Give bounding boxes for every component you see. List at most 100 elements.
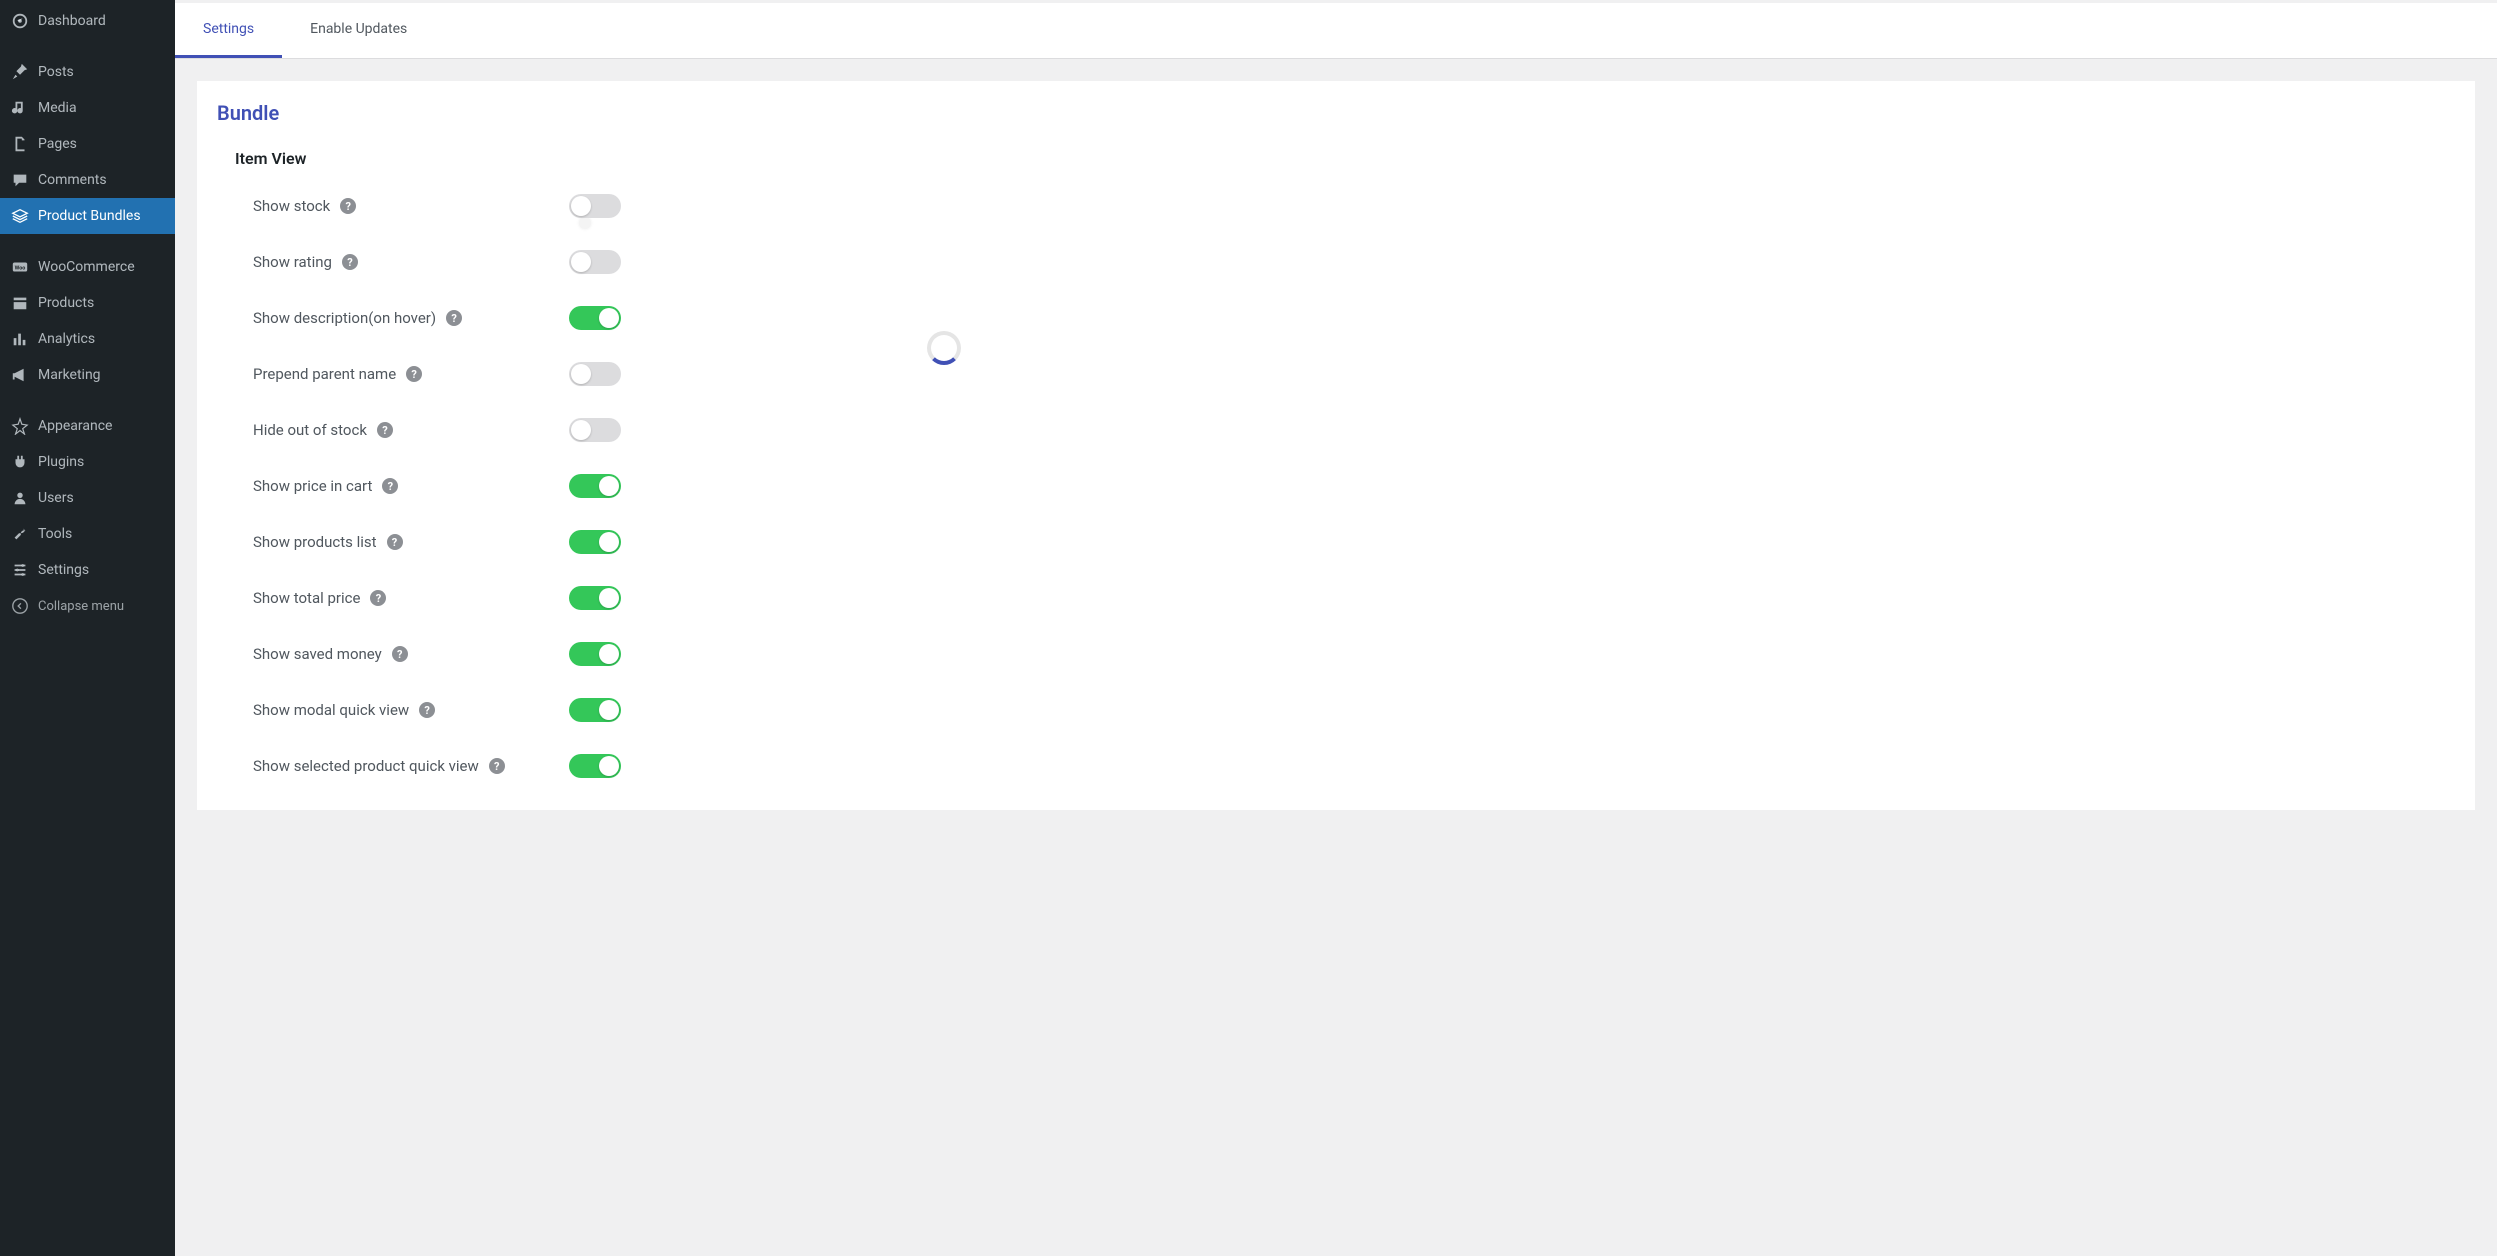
setting-label: Show modal quick view? [253, 701, 569, 719]
setting-row: Show modal quick view? [253, 698, 2455, 722]
setting-label-text: Prepend parent name [253, 365, 396, 383]
sidebar-item-media[interactable]: Media [0, 90, 175, 126]
sidebar-item-product-bundles[interactable]: Product Bundles [0, 198, 175, 234]
help-icon[interactable]: ? [382, 478, 398, 494]
toggle-switch[interactable] [569, 418, 621, 442]
tab-settings[interactable]: Settings [175, 3, 282, 58]
sidebar-item-label: Dashboard [38, 13, 106, 29]
help-icon[interactable]: ? [377, 422, 393, 438]
settings-icon [10, 560, 30, 580]
help-icon[interactable]: ? [340, 198, 356, 214]
sidebar-item-label: WooCommerce [38, 259, 135, 275]
setting-label: Show saved money? [253, 645, 569, 663]
sidebar-item-label: Pages [38, 136, 77, 152]
setting-label: Show products list? [253, 533, 569, 551]
setting-row: Show products list? [253, 530, 2455, 554]
toggle-switch[interactable] [569, 586, 621, 610]
help-icon[interactable]: ? [446, 310, 462, 326]
sidebar-item-label: Product Bundles [38, 208, 141, 224]
setting-label-text: Show rating [253, 253, 332, 271]
sidebar-item-label: Analytics [38, 331, 95, 347]
toggle-knob [571, 420, 591, 440]
setting-row: Show stock? [253, 194, 2455, 218]
loading-spinner [927, 331, 961, 365]
setting-label-text: Show stock [253, 197, 330, 215]
help-icon[interactable]: ? [392, 646, 408, 662]
toggle-knob [571, 252, 591, 272]
sidebar-item-tools[interactable]: Tools [0, 516, 175, 552]
toggle-switch[interactable] [569, 250, 621, 274]
setting-row: Show description(on hover)? [253, 306, 2455, 330]
sidebar-item-settings[interactable]: Settings [0, 552, 175, 588]
sidebar-item-comments[interactable]: Comments [0, 162, 175, 198]
setting-label: Prepend parent name? [253, 365, 569, 383]
setting-row: Show saved money? [253, 642, 2455, 666]
sidebar-item-label: Tools [38, 526, 72, 542]
help-icon[interactable]: ? [387, 534, 403, 550]
sidebar-item-label: Comments [38, 172, 107, 188]
sidebar-item-posts[interactable]: Posts [0, 54, 175, 90]
sidebar-item-dashboard[interactable]: Dashboard [0, 3, 175, 39]
collapse-menu[interactable]: Collapse menu [0, 588, 175, 624]
toggle-switch[interactable] [569, 698, 621, 722]
products-icon [10, 293, 30, 313]
setting-label-text: Show description(on hover) [253, 309, 436, 327]
toggle-knob [599, 476, 619, 496]
help-icon[interactable]: ? [419, 702, 435, 718]
svg-text:Woo: Woo [15, 266, 26, 272]
tabs-bar: Settings Enable Updates [175, 3, 2497, 59]
dashboard-icon [10, 11, 30, 31]
woo-icon: Woo [10, 257, 30, 277]
sidebar-item-woocommerce[interactable]: Woo WooCommerce [0, 249, 175, 285]
section-title: Bundle [217, 101, 2455, 125]
admin-sidebar: Dashboard Posts Media Pages Comments Pro… [0, 0, 175, 1256]
media-icon [10, 98, 30, 118]
setting-row: Show rating? [253, 250, 2455, 274]
toggle-switch[interactable] [569, 194, 621, 218]
sidebar-item-products[interactable]: Products [0, 285, 175, 321]
toggle-switch[interactable] [569, 474, 621, 498]
sidebar-item-label: Users [38, 490, 74, 506]
toggle-knob [599, 644, 619, 664]
users-icon [10, 488, 30, 508]
marketing-icon [10, 365, 30, 385]
sidebar-item-label: Appearance [38, 418, 112, 434]
layers-icon [10, 206, 30, 226]
help-icon[interactable]: ? [342, 254, 358, 270]
help-icon[interactable]: ? [406, 366, 422, 382]
collapse-icon [10, 596, 30, 616]
decorative-dot [579, 217, 591, 229]
sidebar-item-plugins[interactable]: Plugins [0, 444, 175, 480]
sidebar-item-label: Media [38, 100, 77, 116]
sidebar-item-label: Settings [38, 562, 89, 578]
setting-label: Show description(on hover)? [253, 309, 569, 327]
sidebar-item-appearance[interactable]: Appearance [0, 408, 175, 444]
toggle-switch[interactable] [569, 754, 621, 778]
setting-row: Show selected product quick view? [253, 754, 2455, 778]
toggle-switch[interactable] [569, 362, 621, 386]
toggle-knob [571, 364, 591, 384]
help-icon[interactable]: ? [370, 590, 386, 606]
toggle-knob [599, 308, 619, 328]
sidebar-item-label: Marketing [38, 367, 101, 383]
setting-label: Hide out of stock? [253, 421, 569, 439]
appearance-icon [10, 416, 30, 436]
toggle-knob [571, 196, 591, 216]
toggle-switch[interactable] [569, 306, 621, 330]
sidebar-item-marketing[interactable]: Marketing [0, 357, 175, 393]
help-icon[interactable]: ? [489, 758, 505, 774]
sidebar-item-label: Posts [38, 64, 74, 80]
toggle-switch[interactable] [569, 530, 621, 554]
setting-label: Show selected product quick view? [253, 757, 569, 775]
setting-row: Hide out of stock? [253, 418, 2455, 442]
sidebar-item-analytics[interactable]: Analytics [0, 321, 175, 357]
tab-enable-updates[interactable]: Enable Updates [282, 3, 435, 58]
sidebar-item-pages[interactable]: Pages [0, 126, 175, 162]
main-area: Settings Enable Updates Bundle Item View… [175, 0, 2497, 1256]
setting-label-text: Show total price [253, 589, 360, 607]
sidebar-item-label: Products [38, 295, 94, 311]
analytics-icon [10, 329, 30, 349]
setting-row: Show total price? [253, 586, 2455, 610]
sidebar-item-users[interactable]: Users [0, 480, 175, 516]
toggle-switch[interactable] [569, 642, 621, 666]
